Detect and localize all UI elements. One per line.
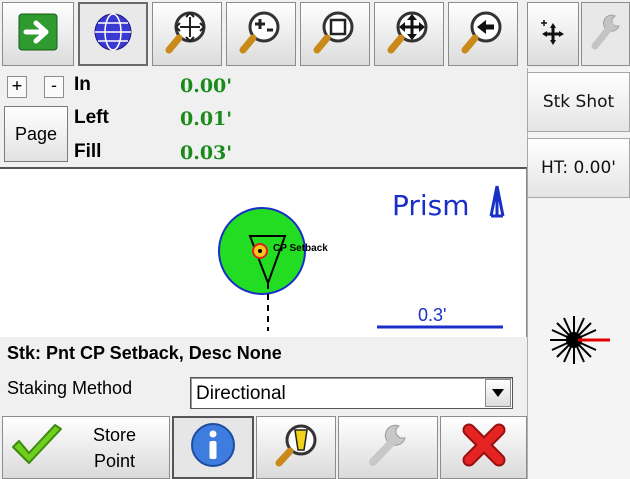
cancel-button[interactable]: [440, 416, 527, 479]
readout-label-in: In: [74, 74, 91, 95]
checkmark-icon: [9, 423, 65, 472]
next-arrow-button[interactable]: [2, 2, 74, 66]
zoom-previous-button[interactable]: [448, 2, 518, 66]
stake-shot-button[interactable]: Stk Shot: [527, 72, 630, 132]
target-label: Prism: [392, 189, 470, 222]
readout-label-left: Left: [74, 107, 109, 128]
zoom-extents-button[interactable]: [152, 2, 222, 66]
stake-map-canvas[interactable]: CP Setback Prism 0.3': [0, 167, 527, 337]
page-button-label: Page: [14, 123, 58, 144]
add-point-icon: [538, 17, 568, 52]
add-point-button[interactable]: [527, 2, 579, 66]
store-point-label-line2: Point: [94, 450, 136, 471]
staking-method-value: Directional: [196, 383, 286, 404]
info-button[interactable]: [172, 416, 254, 479]
stake-point-marker: [252, 243, 268, 259]
store-point-label-line1: Store: [93, 424, 137, 445]
wrench-icon: [365, 422, 411, 473]
chevron-down-icon: [492, 384, 504, 402]
bottom-right-panel: [528, 416, 630, 479]
zoom-in-out-button[interactable]: [226, 2, 296, 66]
pan-icon: [386, 9, 432, 60]
magnifier-prism-icon: [273, 422, 319, 473]
zoom-plus-button[interactable]: +: [7, 76, 27, 98]
page-button[interactable]: Page: [4, 106, 68, 162]
arrow-right-icon: [18, 13, 58, 56]
tools-button[interactable]: [338, 416, 438, 479]
direction-indicator: [548, 312, 612, 373]
zoom-window-icon: [312, 9, 358, 60]
zoom-minus-button[interactable]: -: [44, 76, 64, 98]
info-icon: [189, 421, 237, 474]
staking-method-label: Staking Method: [7, 378, 133, 398]
close-icon: [461, 422, 507, 473]
dropdown-arrow-button[interactable]: [485, 379, 511, 407]
stake-shot-label: Stk Shot: [542, 92, 615, 112]
pan-button[interactable]: [374, 2, 444, 66]
zoom-previous-icon: [460, 9, 506, 60]
height-button[interactable]: HT: 0.00': [527, 138, 630, 198]
stake-status-line: Stk: Pnt CP Setback, Desc None: [7, 343, 282, 363]
zoom-in-out-icon: [238, 9, 284, 60]
find-point-button[interactable]: [256, 416, 336, 479]
zoom-window-button[interactable]: [300, 2, 370, 66]
readout-value-left: 0.01': [180, 108, 233, 130]
staking-method-select[interactable]: Directional: [190, 377, 513, 409]
settings-wrench-button[interactable]: [581, 2, 630, 66]
readout-value-fill: 0.03': [180, 142, 233, 164]
store-point-label: Store Point: [93, 422, 136, 474]
prism-icon: [489, 185, 505, 218]
point-label: CP Setback: [273, 243, 328, 254]
starburst-direction-icon: [548, 316, 612, 372]
settings-wrench-icon: [589, 12, 623, 57]
zoom-extents-icon: [164, 9, 210, 60]
readout-label-fill: Fill: [74, 141, 102, 162]
store-point-button[interactable]: Store Point: [2, 416, 170, 479]
scale-label: 0.3': [418, 305, 447, 325]
globe-view-button[interactable]: [78, 2, 148, 66]
globe-icon: [92, 11, 134, 58]
readout-value-in: 0.00': [180, 75, 233, 97]
height-label: HT: 0.00': [541, 158, 616, 178]
